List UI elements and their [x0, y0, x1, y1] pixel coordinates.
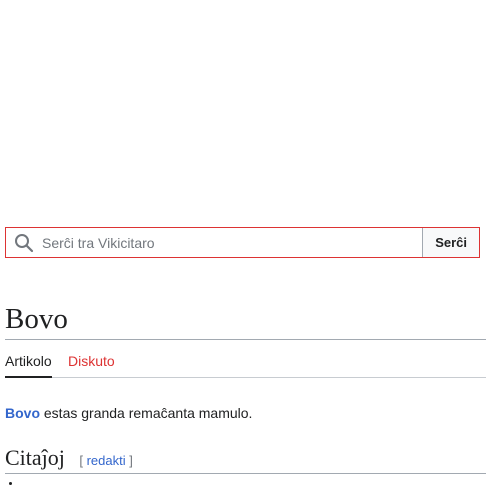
edit-section: [ redakti ]	[79, 453, 133, 468]
lead-paragraph: Bovo estas granda remaĉanta mamulo.	[5, 404, 252, 422]
search-icon	[14, 233, 34, 253]
edit-section-link[interactable]: redakti	[87, 453, 126, 468]
section-quotes: Citaĵoj [ redakti ]	[5, 444, 486, 474]
search-input[interactable]	[42, 234, 423, 251]
lead-text: estas granda remaĉanta mamulo.	[40, 405, 253, 421]
search-field[interactable]	[6, 228, 423, 257]
tab-article[interactable]: Artikolo	[5, 352, 52, 378]
search-button[interactable]: Serĉi	[422, 228, 479, 257]
tab-talk[interactable]: Diskuto	[68, 352, 115, 370]
lead-link-bovo[interactable]: Bovo	[5, 405, 40, 421]
section-heading: Citaĵoj	[5, 445, 65, 470]
list-bullet	[9, 482, 12, 485]
page-tabs: Artikolo Diskuto	[5, 344, 486, 378]
page-title: Bovo	[5, 300, 486, 340]
edit-bracket-close: ]	[129, 453, 133, 468]
search-form: Serĉi	[5, 227, 480, 258]
edit-bracket-open: [	[79, 453, 83, 468]
